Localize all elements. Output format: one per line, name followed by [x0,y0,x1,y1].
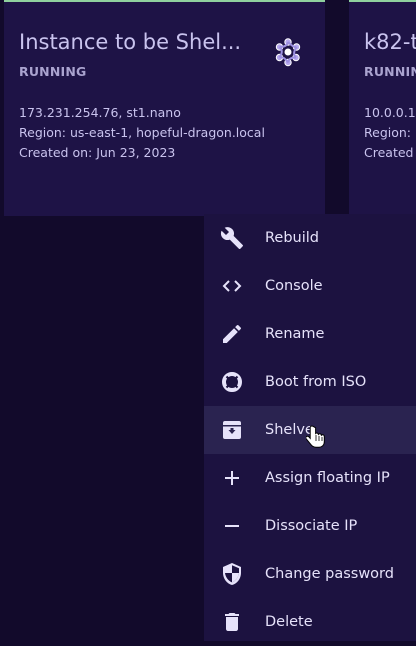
menu-item-delete[interactable]: Delete [204,598,416,646]
instance-details: 173.231.254.76, st1.nano Region: us-east… [19,103,265,163]
minus-icon [220,514,244,538]
instance-details: 10.0.0.15 Region: u Created [364,103,416,163]
menu-item-label: Boot from ISO [265,374,367,390]
code-icon [220,274,244,298]
menu-item-assign-floating-ip[interactable]: Assign floating IP [204,454,416,502]
menu-item-label: Change password [265,566,394,582]
menu-item-boot-from-iso[interactable]: Boot from ISO [204,358,416,406]
instance-card[interactable]: k82-t RUNNIN 10.0.0.15 Region: u Created [349,0,416,216]
menu-item-label: Rename [265,326,325,342]
menu-item-dissociate-ip[interactable]: Dissociate IP [204,502,416,550]
instance-address: 173.231.254.76, st1.nano [19,105,181,120]
instance-created: Created on: Jun 23, 2023 [19,145,176,160]
flower-logo-icon [275,38,301,67]
instance-title[interactable]: Instance to be Shel... [19,30,241,54]
menu-item-rebuild[interactable]: Rebuild [204,214,416,262]
instance-card[interactable]: Instance to be Shel... RUNNING 173.231.2… [4,0,325,216]
menu-item-label: Assign floating IP [265,470,390,486]
hand-cursor-icon [306,425,325,448]
instance-status: RUNNIN [364,64,416,79]
lifebuoy-icon [220,370,244,394]
menu-item-label: Console [265,278,323,294]
instance-title[interactable]: k82-t [364,30,416,54]
menu-item-label: Delete [265,614,313,630]
archive-icon [220,418,244,442]
menu-item-console[interactable]: Console [204,262,416,310]
menu-item-rename[interactable]: Rename [204,310,416,358]
instance-created: Created [364,145,414,160]
instance-region: Region: u [364,125,416,140]
menu-item-label: Rebuild [265,230,319,246]
instance-region: Region: us-east-1, hopeful-dragon.local [19,125,265,140]
pencil-icon [220,322,244,346]
menu-item-label: Dissociate IP [265,518,358,534]
instance-status: RUNNING [19,64,87,79]
wrench-icon [220,226,244,250]
instance-address: 10.0.0.15 [364,105,416,120]
menu-item-change-password[interactable]: Change password [204,550,416,598]
plus-icon [220,466,244,490]
shield-icon [220,562,244,586]
trash-icon [220,610,244,634]
